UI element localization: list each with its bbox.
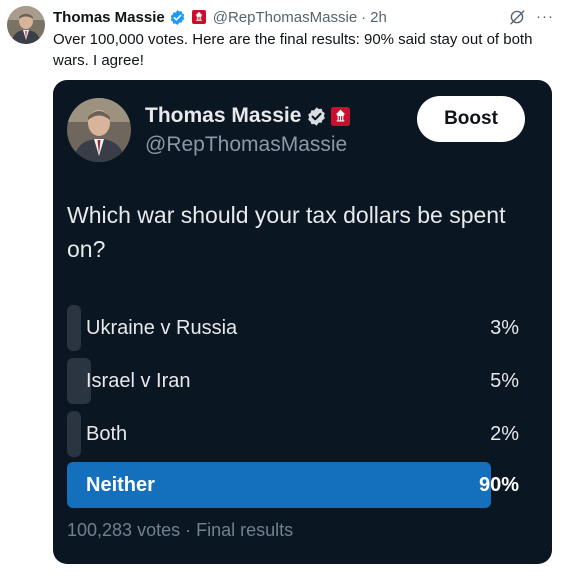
- timestamp[interactable]: 2h: [370, 9, 387, 26]
- poll-option-both: Both 2%: [67, 411, 519, 457]
- poll-option-percent: 3%: [490, 317, 519, 339]
- poll-option-bar: [67, 411, 81, 457]
- poll-option-ukraine-v-russia: Ukraine v Russia 3%: [67, 305, 519, 351]
- poll-option-label: Neither: [86, 474, 155, 496]
- grok-icon[interactable]: [508, 8, 526, 26]
- author-name[interactable]: Thomas Massie: [53, 9, 165, 26]
- quoted-avatar[interactable]: [67, 98, 131, 162]
- more-icon[interactable]: ···: [536, 9, 554, 24]
- poll-option-percent: 2%: [490, 423, 519, 445]
- verified-badge-icon: [308, 106, 326, 126]
- avatar[interactable]: [7, 6, 45, 44]
- tweet-header: Thomas Massie @RepThomasMassie · 2h: [53, 6, 387, 28]
- author-handle[interactable]: @RepThomasMassie: [213, 9, 357, 26]
- congress-affiliation-icon[interactable]: [331, 106, 351, 126]
- tweet-actions: ···: [508, 8, 554, 26]
- quoted-author-name[interactable]: Thomas Massie: [145, 104, 301, 128]
- poll-option-bar: [67, 305, 81, 351]
- poll-option-label: Ukraine v Russia: [86, 317, 238, 339]
- poll-option-israel-v-iran: Israel v Iran 5%: [67, 358, 519, 404]
- poll-question: Which war should your tax dollars be spe…: [67, 202, 506, 262]
- poll-status: Final results: [196, 520, 294, 540]
- poll-option-percent: 5%: [490, 370, 519, 392]
- poll-option-neither: Neither 90%: [67, 462, 519, 508]
- tweet-text: Over 100,000 votes. Here are the final r…: [53, 31, 533, 69]
- quoted-poll-card[interactable]: Thomas Massie @RepThomasMassie Boost Whi…: [53, 80, 552, 564]
- poll-vote-count: 100,283 votes: [67, 520, 181, 540]
- separator-dot: ·: [185, 520, 192, 540]
- poll-option-percent: 90%: [478, 474, 519, 496]
- quoted-author-handle[interactable]: @RepThomasMassie: [145, 133, 347, 157]
- poll-option-label: Both: [86, 423, 128, 445]
- poll-footer: 100,283 votes · Final results: [67, 520, 293, 541]
- boost-button[interactable]: Boost: [417, 96, 525, 142]
- quoted-author-row: Thomas Massie: [145, 104, 351, 128]
- separator-dot: ·: [361, 8, 367, 26]
- verified-badge-icon: [170, 9, 184, 25]
- congress-affiliation-icon[interactable]: [191, 10, 206, 24]
- poll-option-label: Israel v Iran: [86, 370, 191, 392]
